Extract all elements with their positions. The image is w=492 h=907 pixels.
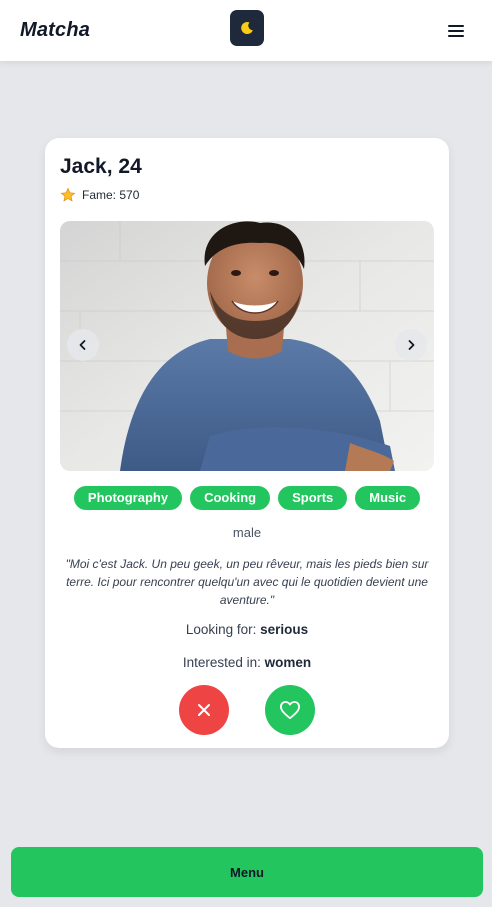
star-icon [60, 187, 76, 202]
like-button[interactable] [265, 685, 315, 735]
heart-icon [279, 701, 300, 720]
interest-tags: Photography Cooking Sports Music [45, 486, 449, 510]
action-buttons [45, 685, 449, 735]
hamburger-icon[interactable] [448, 24, 466, 38]
theme-toggle-button[interactable] [230, 10, 264, 46]
profile-name-age: Jack, 24 [60, 155, 142, 178]
interest-tag: Cooking [190, 486, 271, 510]
interested-in-value: women [264, 655, 312, 670]
looking-for-row: Looking for: serious [45, 622, 449, 637]
menu-button[interactable]: Menu [11, 847, 483, 897]
interest-tag: Sports [278, 486, 348, 510]
close-icon [198, 704, 210, 716]
interest-tag: Photography [73, 486, 183, 510]
profile-photo [60, 221, 434, 471]
previous-photo-button[interactable] [67, 329, 99, 361]
interest-tag: Music [355, 486, 421, 510]
looking-for-value: serious [260, 622, 309, 637]
app-logo[interactable]: Matcha [20, 19, 90, 42]
interested-in-label: Interested in: [182, 655, 261, 670]
moon-icon [241, 22, 253, 35]
profile-bio: "Moi c'est Jack. Un peu geek, un peu rêv… [65, 557, 429, 607]
looking-for-label: Looking for: [185, 622, 257, 637]
reject-button[interactable] [179, 685, 229, 735]
next-photo-button[interactable] [395, 329, 427, 361]
interested-in-row: Interested in: women [45, 655, 449, 670]
chevron-left-icon [79, 340, 86, 350]
gender-label: male [232, 525, 262, 540]
fame-label: Fame: 570 [82, 188, 140, 202]
profile-card: Jack, 24 Fame: 570 Photography Cooking S… [45, 138, 449, 748]
fame-row: Fame: 570 [60, 187, 139, 203]
chevron-right-icon [408, 340, 415, 350]
